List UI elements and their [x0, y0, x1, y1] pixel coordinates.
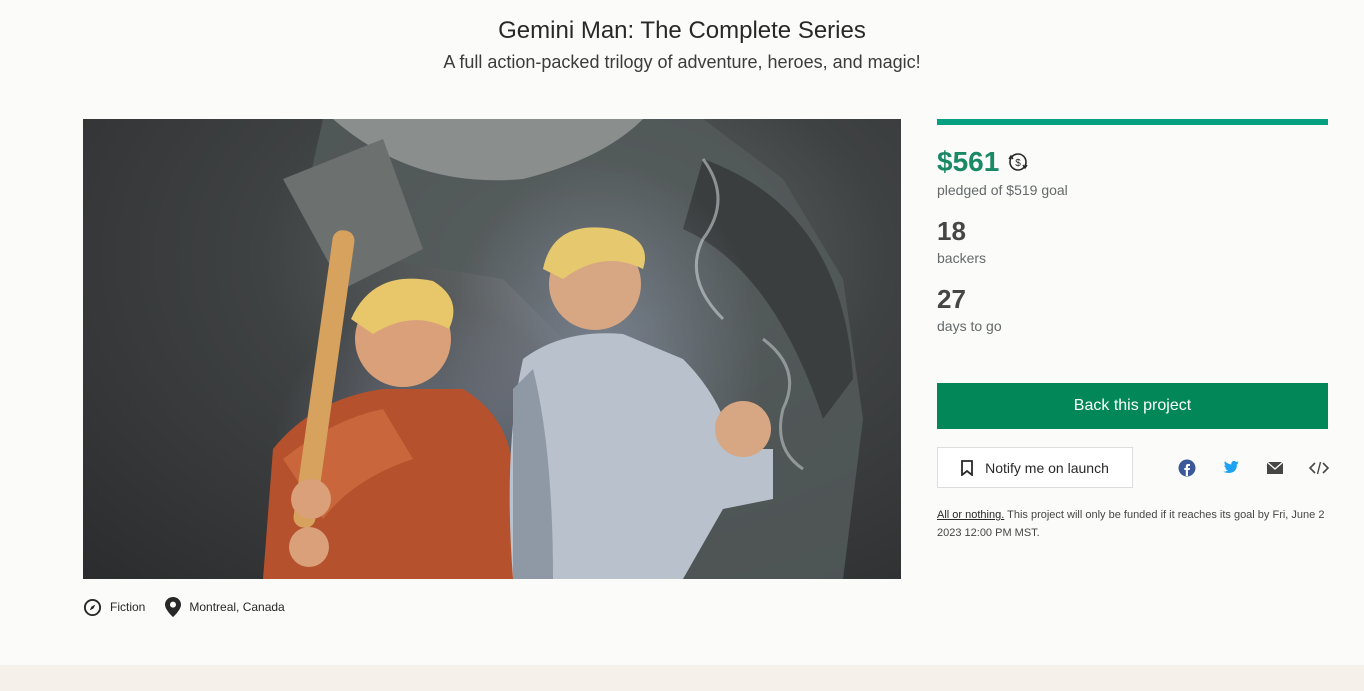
project-hero-image[interactable]: [83, 119, 901, 579]
category-link[interactable]: Fiction: [83, 598, 145, 617]
project-header: Gemini Man: The Complete Series A full a…: [0, 16, 1364, 74]
project-title: Gemini Man: The Complete Series: [498, 17, 866, 44]
compass-icon: [83, 598, 102, 616]
location-link[interactable]: Montreal, Canada: [165, 597, 285, 617]
share-buttons: [1177, 458, 1353, 478]
location-label: Montreal, Canada: [189, 600, 285, 614]
facebook-icon[interactable]: [1177, 458, 1197, 478]
category-label: Fiction: [110, 600, 146, 614]
map-pin-icon: [165, 597, 182, 617]
days-to-go-count: 27: [937, 284, 966, 314]
twitter-icon[interactable]: [1221, 458, 1241, 478]
project-meta: Fiction Montreal, Canada: [83, 597, 305, 617]
hero-illustration: [263, 119, 863, 579]
svg-text:$: $: [1016, 158, 1022, 169]
notify-label: Notify me on launch: [985, 459, 1109, 476]
backers-count: 18: [937, 216, 966, 246]
email-icon[interactable]: [1265, 458, 1285, 478]
footer-band: [0, 665, 1364, 691]
back-this-project-button[interactable]: Back this project: [937, 383, 1328, 429]
funding-stats: $561 $ pledged of $519 goal 18 backers 2…: [937, 119, 1328, 335]
funding-progress-bar: [937, 119, 1328, 125]
pledged-amount: $561: [937, 146, 1000, 177]
notify-me-button[interactable]: Notify me on launch: [937, 447, 1133, 488]
funding-progress-fill: [937, 119, 1328, 125]
project-subtitle: A full action-packed trilogy of adventur…: [443, 52, 921, 72]
days-to-go-label: days to go: [937, 318, 1002, 334]
embed-icon[interactable]: [1309, 458, 1329, 478]
pledged-goal-label: pledged of $519 goal: [937, 182, 1068, 198]
currency-conversion-icon[interactable]: $: [1007, 151, 1029, 173]
backers-label: backers: [937, 250, 987, 266]
funding-note: All or nothing. This project will only b…: [937, 506, 1328, 542]
bookmark-icon: [961, 459, 974, 476]
all-or-nothing-link[interactable]: All or nothing.: [937, 509, 1004, 521]
